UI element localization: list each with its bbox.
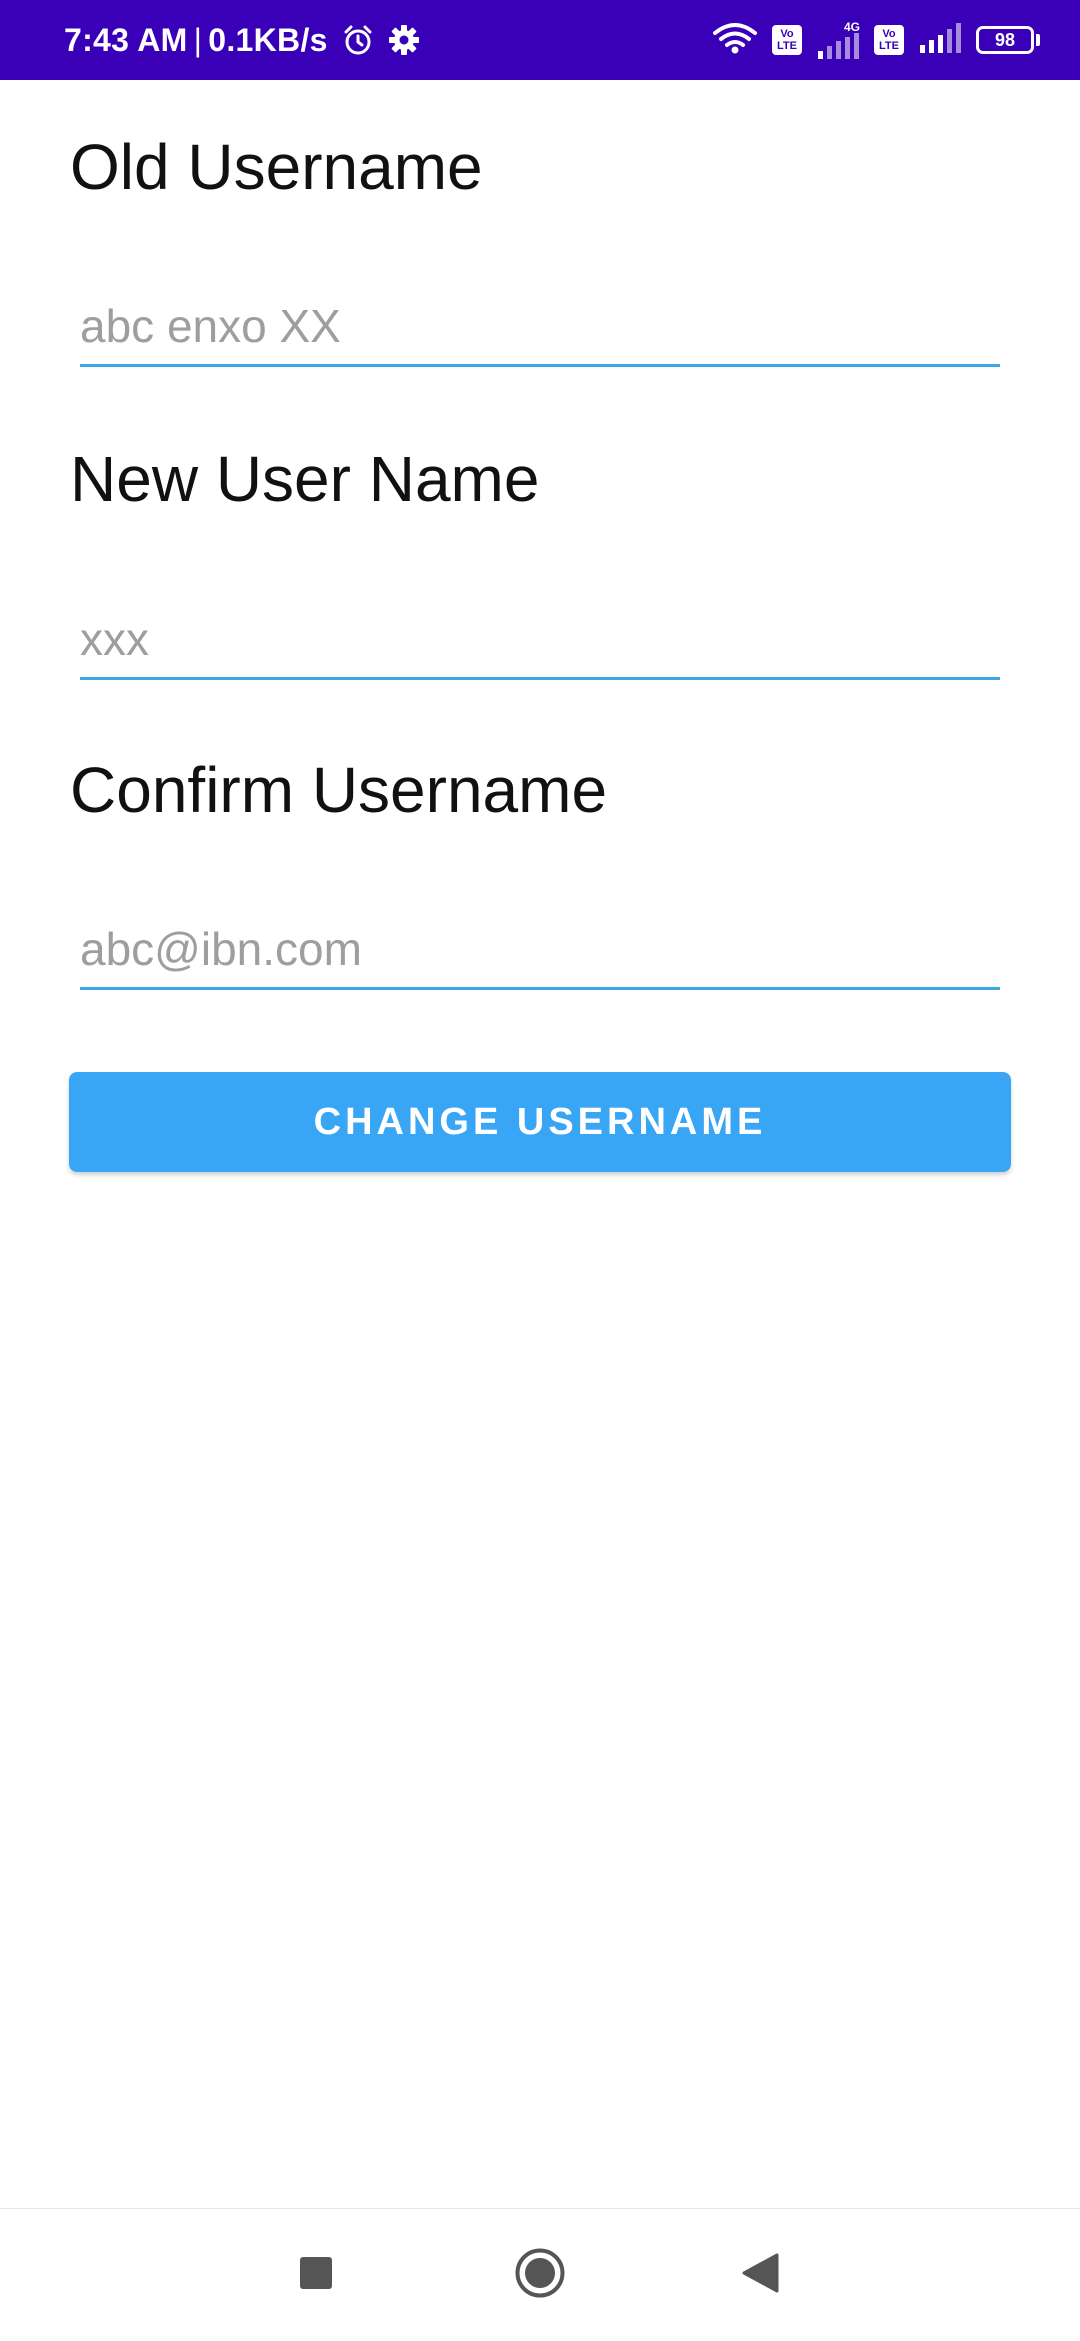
old-username-input[interactable]	[80, 287, 1000, 364]
network-speed: 0.1KB/s	[208, 21, 328, 58]
new-username-field	[80, 600, 1000, 680]
new-username-input[interactable]	[80, 600, 1000, 677]
recents-button[interactable]	[256, 2209, 376, 2341]
volte-label-top: Vo	[882, 28, 896, 40]
wifi-icon	[712, 21, 758, 60]
old-username-field	[80, 287, 1000, 367]
network-type-label: 4G	[843, 20, 860, 34]
volte-icon: Vo LTE	[772, 25, 802, 55]
navigation-bar	[0, 2208, 1080, 2340]
confirm-username-label: Confirm Username	[70, 754, 608, 826]
confirm-username-field	[80, 910, 1000, 990]
status-time: 7:43 AM	[64, 21, 188, 58]
new-username-label: New User Name	[70, 443, 540, 515]
back-triangle-icon	[741, 2253, 779, 2298]
status-left: 7:43 AM | 0.1KB/s	[64, 22, 420, 59]
signal-icon	[918, 22, 962, 58]
volte-icon: Vo LTE	[874, 25, 904, 55]
alarm-icon	[342, 24, 374, 56]
volte-label-top: Vo	[780, 28, 794, 40]
home-button[interactable]	[480, 2209, 600, 2341]
confirm-username-input[interactable]	[80, 910, 1000, 987]
status-separator: |	[193, 21, 203, 58]
status-right: Vo LTE 4G Vo LTE 98	[712, 21, 1040, 60]
volte-label-bottom: LTE	[777, 40, 797, 52]
status-bar: 7:43 AM | 0.1KB/s Vo LTE 4G Vo LTE 98	[0, 0, 1080, 80]
recents-square-icon	[299, 2256, 333, 2295]
signal-4g-icon: 4G	[816, 21, 860, 59]
battery-level: 98	[976, 26, 1034, 54]
home-circle-icon	[514, 2247, 566, 2304]
old-username-label: Old Username	[70, 131, 483, 203]
battery-tip	[1036, 34, 1040, 46]
volte-label-bottom: LTE	[879, 40, 899, 52]
battery-icon: 98	[976, 26, 1040, 54]
back-button[interactable]	[700, 2209, 820, 2341]
gear-icon	[388, 24, 420, 56]
change-username-button[interactable]: CHANGE USERNAME	[69, 1072, 1011, 1172]
